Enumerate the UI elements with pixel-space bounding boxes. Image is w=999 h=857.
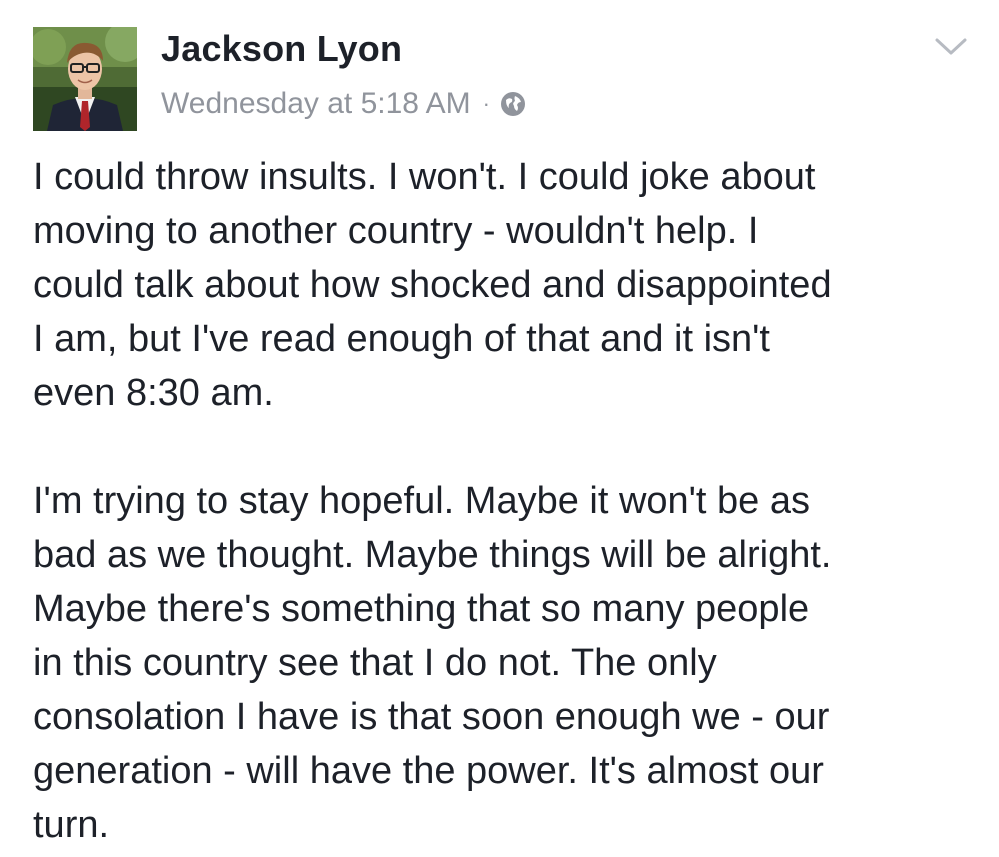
facebook-post: Jackson Lyon Wednesday at 5:18 AM · I co… <box>0 0 999 857</box>
author-name[interactable]: Jackson Lyon <box>161 28 402 70</box>
chevron-down-icon[interactable] <box>934 36 968 58</box>
profile-photo <box>33 27 137 131</box>
globe-icon[interactable] <box>500 91 526 117</box>
meta-separator: · <box>482 91 490 116</box>
post-paragraph-1: I could throw insults. I won't. I could … <box>33 156 832 414</box>
post-meta: Wednesday at 5:18 AM · <box>161 87 526 121</box>
avatar[interactable] <box>33 27 137 131</box>
post-timestamp[interactable]: Wednesday at 5:18 AM <box>161 87 471 121</box>
post-body: I could throw insults. I won't. I could … <box>33 150 983 852</box>
post-paragraph-2: I'm trying to stay hopeful. Maybe it won… <box>33 480 832 846</box>
